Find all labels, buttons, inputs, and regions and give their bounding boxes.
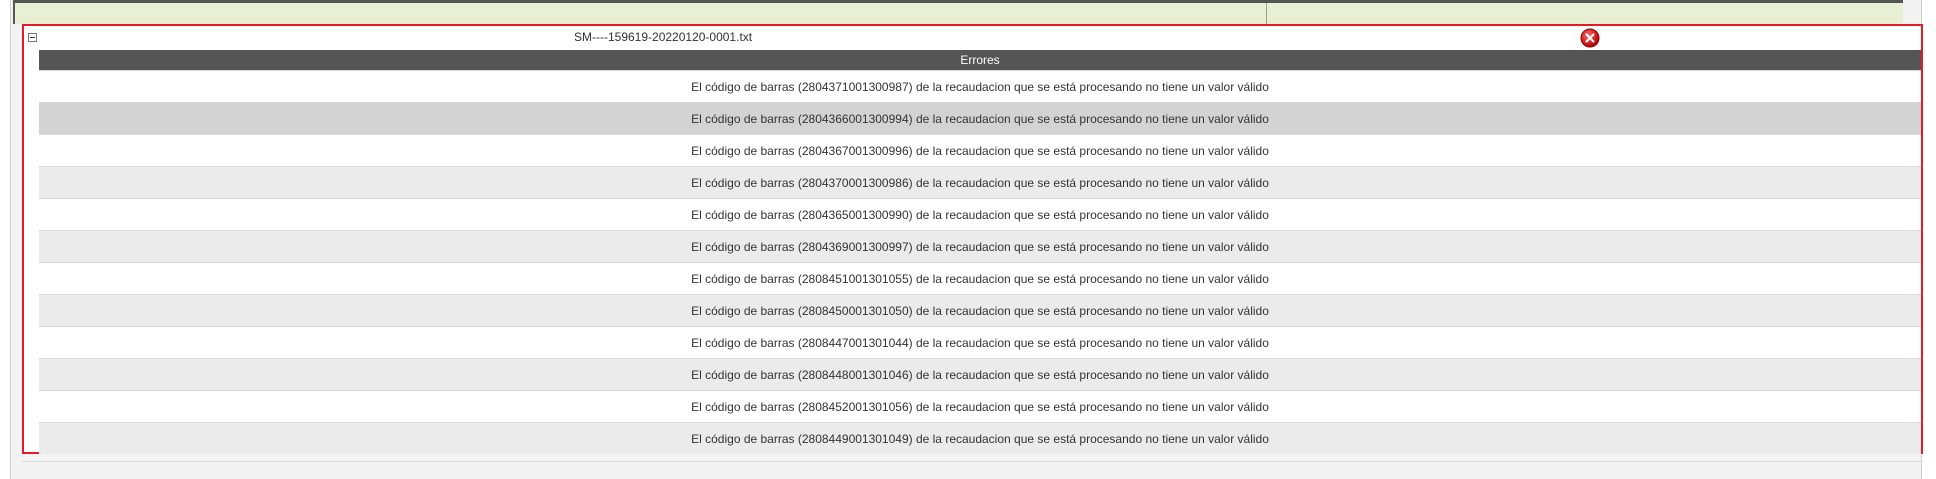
previous-table-row: [13, 0, 1903, 24]
table-left-edge: [13, 3, 15, 24]
table-row[interactable]: El código de barras (2804367001300996) d…: [39, 134, 1921, 166]
file-error-panel: SM----159619-20220120-0001.txt Errores E…: [22, 24, 1923, 454]
column-divider: [1266, 3, 1267, 24]
errors-table: Errores El código de barras (28043710013…: [39, 50, 1921, 454]
table-row[interactable]: El código de barras (2804369001300997) d…: [39, 230, 1921, 262]
table-row[interactable]: El código de barras (2804370001300986) d…: [39, 166, 1921, 198]
table-row[interactable]: El código de barras (2808449001301049) d…: [39, 422, 1921, 454]
divider: [22, 461, 1923, 462]
table-row[interactable]: El código de barras (2808448001301046) d…: [39, 358, 1921, 390]
red-close-circle-icon[interactable]: [1580, 28, 1600, 48]
table-row[interactable]: El código de barras (2804371001300987) d…: [39, 70, 1921, 102]
panel-header: SM----159619-20220120-0001.txt: [24, 26, 1921, 50]
collapse-minus-icon[interactable]: [28, 33, 37, 42]
table-row[interactable]: El código de barras (2808452001301056) d…: [39, 390, 1921, 422]
table-row[interactable]: El código de barras (2808451001301055) d…: [39, 262, 1921, 294]
file-name: SM----159619-20220120-0001.txt: [574, 30, 753, 44]
table-row[interactable]: El código de barras (2804365001300990) d…: [39, 198, 1921, 230]
table-row[interactable]: El código de barras (2808450001301050) d…: [39, 294, 1921, 326]
table-row[interactable]: El código de barras (2808447001301044) d…: [39, 326, 1921, 358]
errors-header: Errores: [39, 50, 1921, 70]
table-row[interactable]: El código de barras (2804366001300994) d…: [39, 102, 1921, 134]
